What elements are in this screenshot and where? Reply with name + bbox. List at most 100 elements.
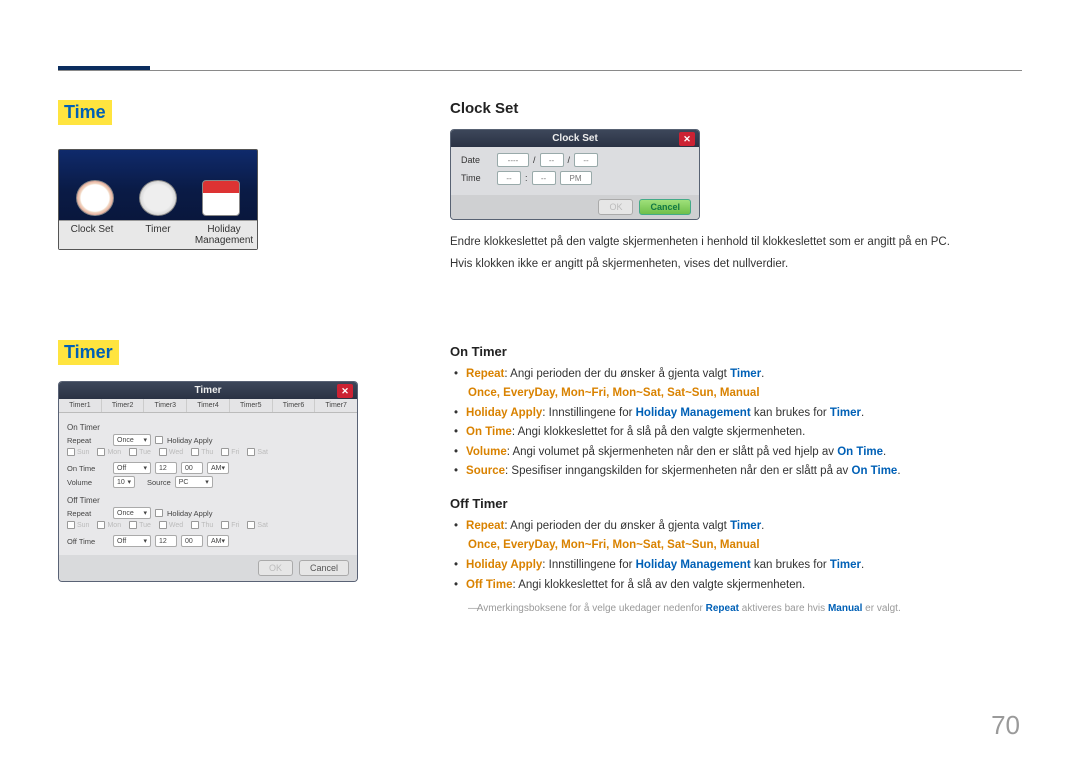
tab-timer7[interactable]: Timer7 — [315, 399, 357, 412]
time-icons — [59, 176, 257, 220]
clockset-ok-button[interactable]: OK — [598, 199, 633, 215]
on-timer-section-label: On Timer — [67, 423, 349, 432]
clockset-dialog: Clock Set ✕ Date ----/ --/ -- Time --: -… — [450, 129, 700, 220]
offtime-row: Off Time Off▾ 12 00 AM▾ — [67, 535, 349, 547]
clockset-title: Clock Set — [552, 133, 598, 144]
off-holiday-apply-label: Holiday Apply — [167, 509, 212, 518]
off-day-mon[interactable]: Mon — [97, 521, 121, 529]
day-tue[interactable]: Tue — [129, 448, 151, 456]
clockset-footer: OK Cancel — [451, 195, 699, 219]
tab-timer1[interactable]: Timer1 — [59, 399, 102, 412]
on-hour[interactable]: 12 — [155, 462, 177, 474]
off-repeat-row: Repeat Once▾ Holiday Apply — [67, 507, 349, 519]
date-row: Date ----/ --/ -- — [461, 153, 689, 167]
ontimer-repeat: Repeat: Angi perioden der du ønsker å gj… — [468, 365, 1020, 404]
offtime-label: Off Time — [67, 537, 109, 546]
date-month[interactable]: -- — [540, 153, 564, 167]
offtimer-offtime: Off Time: Angi klokkeslettet for å slå a… — [468, 576, 1020, 596]
on-min[interactable]: 00 — [181, 462, 203, 474]
timer-icon[interactable] — [133, 180, 183, 216]
timer-heading: Timer — [58, 340, 119, 365]
holiday-mgmt-icon[interactable] — [196, 180, 246, 216]
timer-cancel-button[interactable]: Cancel — [299, 560, 349, 576]
off-holiday-apply-checkbox[interactable] — [155, 509, 163, 517]
off-day-tue[interactable]: Tue — [129, 521, 151, 529]
timer-dialog-title: Timer — [194, 385, 221, 396]
off-day-thu[interactable]: Thu — [191, 521, 213, 529]
timer-body: On Timer Repeat Once▾ Holiday Apply Sun … — [59, 413, 357, 555]
date-year[interactable]: ---- — [497, 153, 529, 167]
volume-select[interactable]: 10▾ — [113, 476, 135, 488]
close-icon[interactable]: ✕ — [337, 384, 353, 398]
date-label: Date — [461, 155, 493, 165]
clock-set-icon[interactable] — [70, 180, 120, 216]
offtimer-bullets: Repeat: Angi perioden der du ønsker å gj… — [468, 517, 1020, 595]
off-ampm[interactable]: AM▾ — [207, 535, 229, 547]
off-day-wed[interactable]: Wed — [159, 521, 183, 529]
offtimer-heading: Off Timer — [450, 496, 1020, 511]
clockset-desc-1: Endre klokkeslettet på den valgte skjerm… — [450, 234, 1020, 252]
ontimer-heading: On Timer — [450, 344, 1020, 359]
offtimer-note: Avmerkingsboksene for å velge ukedager n… — [468, 603, 1020, 614]
page-number: 70 — [991, 710, 1020, 741]
time-min[interactable]: -- — [532, 171, 556, 185]
time-hour[interactable]: -- — [497, 171, 521, 185]
volume-row: Volume 10▾ Source PC▾ — [67, 476, 349, 488]
day-fri[interactable]: Fri — [221, 448, 239, 456]
right-column: Clock Set Clock Set ✕ Date ----/ --/ -- … — [450, 100, 1020, 614]
off-day-sat[interactable]: Sat — [247, 521, 268, 529]
on-ampm[interactable]: AM▾ — [207, 462, 229, 474]
source-label: Source — [147, 478, 171, 487]
tab-timer4[interactable]: Timer4 — [187, 399, 230, 412]
repeat-label: Repeat — [67, 436, 109, 445]
day-mon[interactable]: Mon — [97, 448, 121, 456]
off-repeat-select[interactable]: Once▾ — [113, 507, 151, 519]
day-sun[interactable]: Sun — [67, 448, 89, 456]
off-min[interactable]: 00 — [181, 535, 203, 547]
ontime-row: On Time Off▾ 12 00 AM▾ — [67, 462, 349, 474]
time-heading: Time — [58, 100, 112, 125]
ontimer-bullets: Repeat: Angi perioden der du ønsker å gj… — [468, 365, 1020, 482]
source-select[interactable]: PC▾ — [175, 476, 213, 488]
off-days-row: Sun Mon Tue Wed Thu Fri Sat — [67, 521, 349, 529]
tab-timer6[interactable]: Timer6 — [273, 399, 316, 412]
tab-timer3[interactable]: Timer3 — [144, 399, 187, 412]
repeat-row: Repeat Once▾ Holiday Apply — [67, 434, 349, 446]
tab-timer2[interactable]: Timer2 — [102, 399, 145, 412]
clockset-cancel-button[interactable]: Cancel — [639, 199, 691, 215]
ontime-label: On Time — [67, 464, 109, 473]
tab-timer5[interactable]: Timer5 — [230, 399, 273, 412]
time-ampm[interactable]: PM — [560, 171, 592, 185]
ontimer-holiday: Holiday Apply: Innstillingene for Holida… — [468, 404, 1020, 424]
page-rule — [58, 70, 1022, 71]
holiday-apply-checkbox[interactable] — [155, 436, 163, 444]
page-rule-accent — [58, 66, 150, 70]
off-repeat-label: Repeat — [67, 509, 109, 518]
off-timer-section-label: Off Timer — [67, 496, 349, 505]
clockset-body: Date ----/ --/ -- Time --: -- PM — [451, 147, 699, 195]
holiday-apply-label: Holiday Apply — [167, 436, 212, 445]
ontimer-ontime: On Time: Angi klokkeslettet for å slå på… — [468, 423, 1020, 443]
timer-dialog-header: Timer ✕ — [59, 382, 357, 399]
off-hour[interactable]: 12 — [155, 535, 177, 547]
day-wed[interactable]: Wed — [159, 448, 183, 456]
off-day-sun[interactable]: Sun — [67, 521, 89, 529]
holiday-label: Holiday Management — [194, 224, 254, 246]
off-day-fri[interactable]: Fri — [221, 521, 239, 529]
ontime-state[interactable]: Off▾ — [113, 462, 151, 474]
timer-ok-button[interactable]: OK — [258, 560, 293, 576]
day-sat[interactable]: Sat — [247, 448, 268, 456]
date-day[interactable]: -- — [574, 153, 598, 167]
day-thu[interactable]: Thu — [191, 448, 213, 456]
clock-set-label: Clock Set — [62, 224, 122, 246]
time-row: Time --: -- PM — [461, 171, 689, 185]
ontimer-source: Source: Spesifiser inngangskilden for sk… — [468, 462, 1020, 482]
close-icon[interactable]: ✕ — [679, 132, 695, 146]
clockset-header: Clock Set ✕ — [451, 130, 699, 147]
offtimer-repeat: Repeat: Angi perioden der du ønsker å gj… — [468, 517, 1020, 556]
repeat-select[interactable]: Once▾ — [113, 434, 151, 446]
time-labels: Clock Set Timer Holiday Management — [59, 220, 257, 249]
offtime-state[interactable]: Off▾ — [113, 535, 151, 547]
time-panel: Clock Set Timer Holiday Management — [58, 149, 258, 250]
clockset-desc: Endre klokkeslettet på den valgte skjerm… — [450, 234, 1020, 274]
